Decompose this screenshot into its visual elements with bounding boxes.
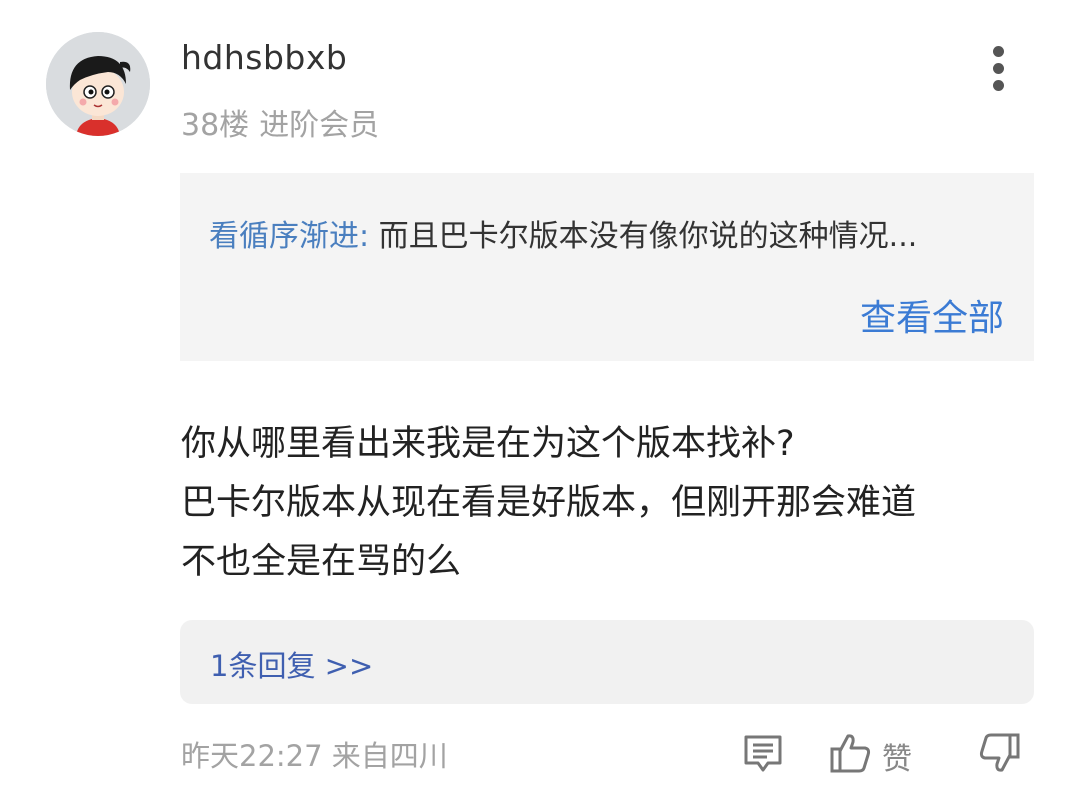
thumbs-down-icon — [979, 733, 1020, 772]
post-time-location: 昨天22:27 来自四川 — [181, 739, 448, 773]
thumbs-up-icon — [830, 734, 871, 773]
quote-excerpt: 而且巴卡尔版本没有像你说的这种情况... — [378, 219, 918, 254]
more-vertical-icon — [993, 46, 1004, 57]
floor-number: 38楼 — [181, 108, 250, 143]
post-content: 你从哪里看出来我是在为这个版本找补? 巴卡尔版本从现在看是好版本，但刚开那会难道… — [181, 415, 1041, 592]
avatar[interactable] — [46, 32, 150, 136]
more-options-button[interactable] — [982, 42, 1016, 94]
comment-button[interactable] — [741, 731, 785, 775]
member-level-badge: 进阶会员 — [259, 108, 380, 143]
more-dot — [993, 80, 1004, 91]
content-line: 巴卡尔版本从现在看是好版本，但刚开那会难道 — [181, 483, 917, 523]
quote-line: 看循序渐进: 而且巴卡尔版本没有像你说的这种情况... — [209, 211, 917, 255]
like-button[interactable]: 赞 — [828, 730, 928, 777]
quoted-reply[interactable]: 看循序渐进: 而且巴卡尔版本没有像你说的这种情况... 查看全部 — [180, 173, 1034, 361]
cartoon-boy-avatar-icon — [46, 32, 150, 136]
username[interactable]: hdhsbbxb — [181, 38, 347, 77]
more-dot — [993, 63, 1004, 74]
like-label: 赞 — [882, 742, 912, 777]
post-meta: 38楼 进阶会员 — [181, 100, 379, 144]
view-all-link[interactable]: 查看全部 — [860, 289, 1004, 341]
dislike-button[interactable] — [976, 730, 1022, 776]
replies-button[interactable]: 1条回复 >> — [180, 620, 1034, 704]
quote-author[interactable]: 看循序渐进: — [209, 219, 369, 254]
replies-label: 1条回复 >> — [210, 649, 374, 683]
content-line: 不也全是在骂的么 — [181, 542, 462, 582]
comment-icon — [744, 735, 782, 772]
content-line: 你从哪里看出来我是在为这个版本找补? — [181, 424, 795, 464]
